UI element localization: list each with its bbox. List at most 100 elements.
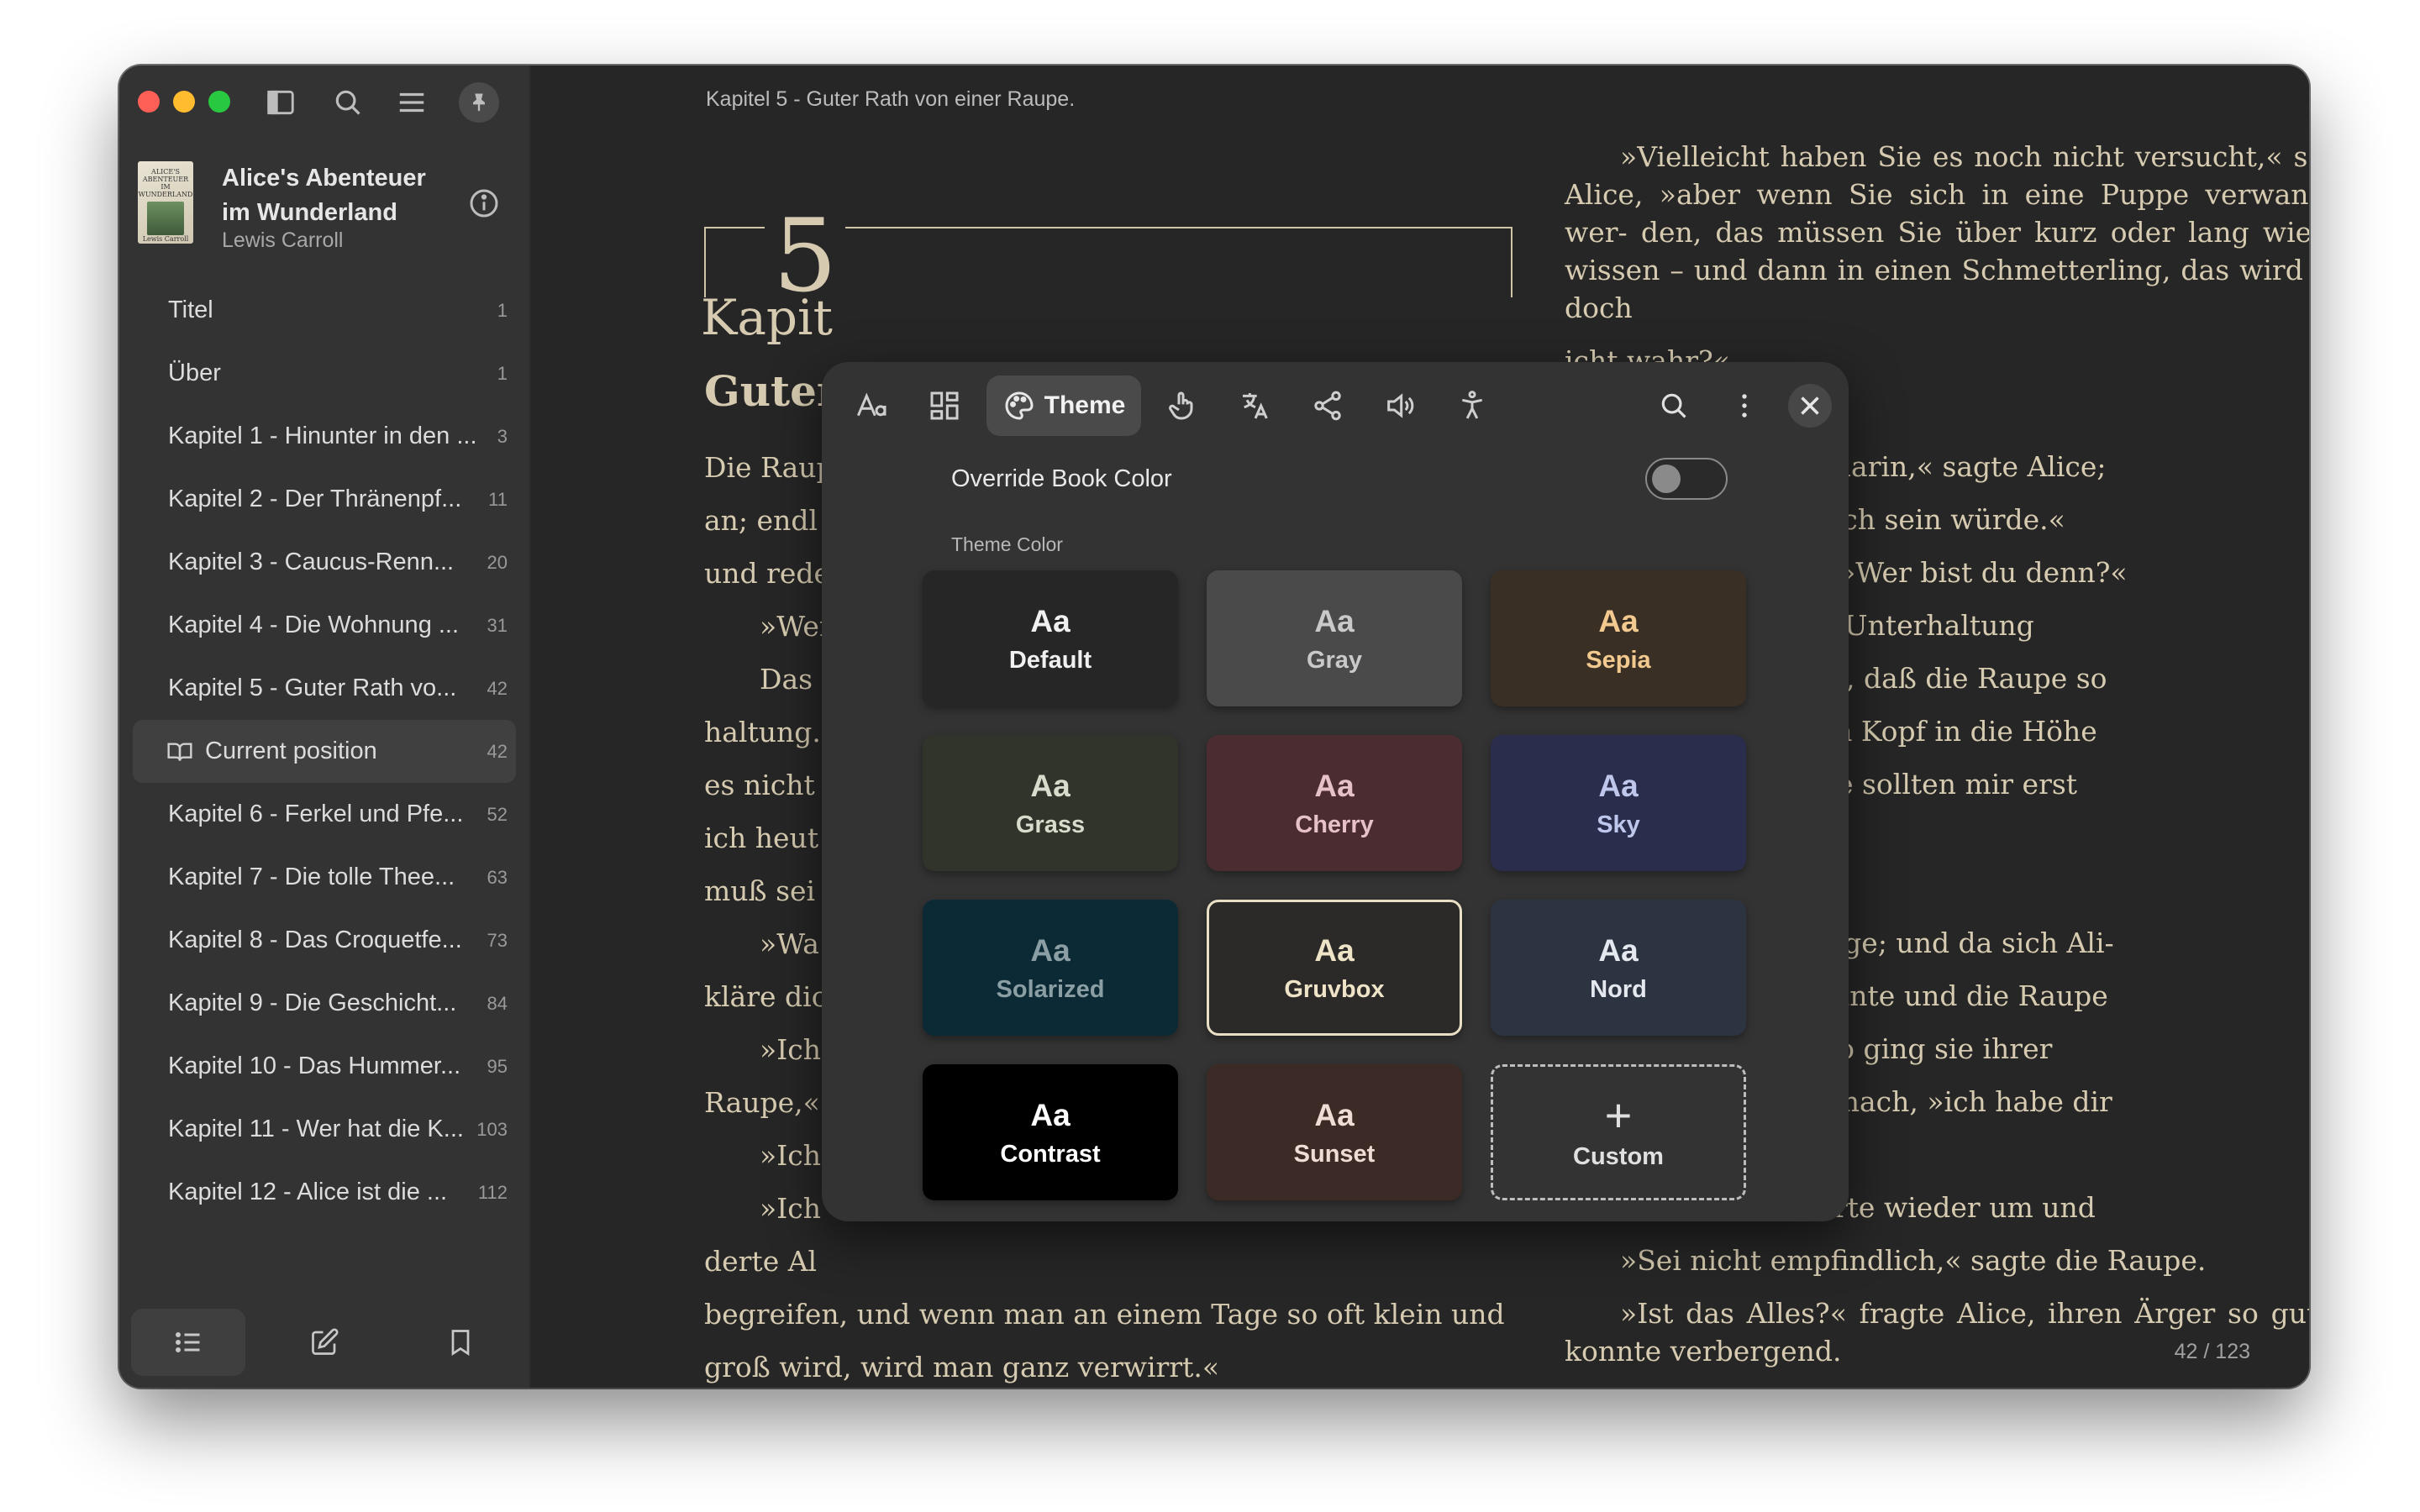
toc-item-2[interactable]: Kapitel 1 - Hinunter in den ... 3 [133, 405, 516, 468]
theme-name: Sky [1597, 811, 1640, 838]
maximize-window-button[interactable] [208, 91, 230, 113]
info-icon[interactable] [467, 186, 501, 220]
toc-item-11[interactable]: Kapitel 9 - Die Geschicht... 84 [133, 972, 516, 1035]
toc-item-0[interactable]: Titel 1 [133, 279, 516, 342]
toc-item-text: Kapitel 9 - Die Geschicht... [168, 990, 457, 1016]
more-options-button[interactable] [1718, 379, 1771, 433]
toc-item-1[interactable]: Über 1 [133, 342, 516, 405]
book-cover: ALICE'S ABENTEUER IM WUNDERLAND Lewis Ca… [138, 161, 193, 244]
toc-item-text: Titel [168, 297, 213, 323]
close-popover-button[interactable] [1788, 384, 1832, 428]
theme-swatch-sepia[interactable]: Aa Sepia [1491, 570, 1746, 706]
menu-button[interactable] [393, 84, 430, 121]
toc-item-text: Kapitel 5 - Guter Rath vo... [168, 675, 457, 701]
tab-theme-label: Theme [1044, 391, 1126, 419]
theme-name: Gruvbox [1284, 975, 1385, 1003]
close-window-button[interactable] [138, 91, 160, 113]
tab-share[interactable] [1297, 375, 1358, 436]
override-book-color-label: Override Book Color [951, 465, 1172, 492]
toc-item-10[interactable]: Kapitel 8 - Das Croquetfe... 73 [133, 909, 516, 972]
toc-item-text: Kapitel 3 - Caucus-Renn... [168, 549, 455, 575]
toc-item-label: Kapitel 4 - Die Wohnung ... [168, 612, 459, 639]
search-button[interactable] [329, 84, 366, 121]
paragraph: begreifen, und wenn man an einem Tage so… [704, 1298, 1505, 1331]
theme-sample: Aa [1030, 603, 1071, 638]
theme-swatch-cherry[interactable]: Aa Cherry [1207, 735, 1462, 871]
toc-item-7[interactable]: Current position 42 [133, 720, 516, 783]
tab-theme[interactable]: Theme [986, 375, 1141, 436]
menu-icon [399, 92, 424, 113]
theme-swatch-custom[interactable]: + Custom [1491, 1064, 1746, 1200]
override-book-color-row: Override Book Color [951, 451, 1728, 507]
theme-sample: Aa [1314, 932, 1355, 968]
tab-gestures[interactable] [1153, 375, 1213, 436]
popover-search-button[interactable] [1647, 379, 1701, 433]
toc-item-page: 42 [487, 740, 508, 762]
book-author: Lewis Carroll [222, 228, 344, 252]
tab-audio[interactable] [1370, 375, 1430, 436]
theme-name: Gray [1306, 646, 1363, 674]
theme-color-grid: Aa Default Aa Gray Aa Sepia Aa Grass Aa Cherry Aa S… [923, 570, 1746, 1200]
plus-icon: + [1604, 1088, 1633, 1142]
tab-accessibility[interactable] [1442, 375, 1502, 436]
chapter-subtitle: Guter [704, 366, 839, 416]
toc-item-label: Über [168, 360, 221, 387]
book-header[interactable]: ALICE'S ABENTEUER IM WUNDERLAND Lewis Ca… [138, 161, 508, 254]
toc-item-14[interactable]: Kapitel 12 - Alice ist die ... 112 [133, 1161, 516, 1224]
bookmarks-tab-button[interactable] [403, 1309, 518, 1376]
theme-name: Custom [1573, 1142, 1664, 1170]
toggle-knob [1652, 465, 1681, 493]
theme-swatch-default[interactable]: Aa Default [923, 570, 1178, 706]
pin-icon [473, 93, 485, 112]
app-window: ALICE'S ABENTEUER IM WUNDERLAND Lewis Ca… [119, 66, 2309, 1388]
theme-sample: Aa [1030, 1097, 1071, 1132]
theme-name: Sepia [1586, 646, 1651, 674]
sidebar-bottom-bar [119, 1295, 529, 1388]
tab-layout[interactable] [914, 375, 975, 436]
accessibility-icon [1462, 391, 1482, 419]
theme-name: Cherry [1295, 811, 1374, 838]
minimize-window-button[interactable] [173, 91, 195, 113]
toc-item-9[interactable]: Kapitel 7 - Die tolle Thee... 63 [133, 846, 516, 909]
theme-sample: Aa [1314, 603, 1355, 638]
tab-language[interactable] [1225, 375, 1286, 436]
toc-item-4[interactable]: Kapitel 3 - Caucus-Renn... 20 [133, 531, 516, 594]
toc-item-text: Kapitel 1 - Hinunter in den ... [168, 423, 477, 449]
toc-item-6[interactable]: Kapitel 5 - Guter Rath vo... 42 [133, 657, 516, 720]
pin-button[interactable] [459, 82, 499, 123]
theme-swatch-sky[interactable]: Aa Sky [1491, 735, 1746, 871]
sidebar: ALICE'S ABENTEUER IM WUNDERLAND Lewis Ca… [119, 66, 531, 1388]
theme-swatch-sunset[interactable]: Aa Sunset [1207, 1064, 1462, 1200]
theme-swatch-gray[interactable]: Aa Gray [1207, 570, 1462, 706]
theme-name: Nord [1590, 975, 1647, 1003]
tab-font[interactable] [842, 375, 902, 436]
open-book-icon [167, 742, 192, 761]
theme-swatch-contrast[interactable]: Aa Contrast [923, 1064, 1178, 1200]
theme-swatch-gruvbox[interactable]: Aa Gruvbox [1207, 900, 1462, 1036]
toc-item-text: Kapitel 7 - Die tolle Thee... [168, 864, 455, 890]
book-title: Alice's Abenteuer im Wunderland [222, 165, 426, 226]
theme-swatch-grass[interactable]: Aa Grass [923, 735, 1178, 871]
theme-swatch-solarized[interactable]: Aa Solarized [923, 900, 1178, 1036]
sidebar-toggle-button[interactable] [262, 84, 299, 121]
override-book-color-toggle[interactable] [1645, 458, 1728, 500]
toc-item-12[interactable]: Kapitel 10 - Das Hummer... 95 [133, 1035, 516, 1098]
more-icon [1742, 394, 1747, 417]
settings-tabs: Theme [842, 374, 1502, 438]
cover-illustration [147, 202, 184, 235]
annotations-tab-button[interactable] [267, 1309, 381, 1376]
theme-sample: Aa [1030, 932, 1071, 968]
theme-sample: Aa [1030, 768, 1071, 803]
toc-item-13[interactable]: Kapitel 11 - Wer hat die K... 103 [133, 1098, 516, 1161]
toc-item-3[interactable]: Kapitel 2 - Der Thränenpf... 11 [133, 468, 516, 531]
toc-item-5[interactable]: Kapitel 4 - Die Wohnung ... 31 [133, 594, 516, 657]
toc-item-label: Titel [168, 297, 213, 324]
toc-item-8[interactable]: Kapitel 6 - Ferkel und Pfe... 52 [133, 783, 516, 846]
theme-swatch-nord[interactable]: Aa Nord [1491, 900, 1746, 1036]
theme-name: Contrast [1000, 1140, 1101, 1168]
paragraph: derte Al [704, 1245, 818, 1278]
toc-item-label: Kapitel 5 - Guter Rath vo... [168, 675, 456, 702]
toc-tab-button[interactable] [131, 1309, 245, 1376]
share-icon [1314, 391, 1341, 421]
toc-item-label: Kapitel 10 - Das Hummer... [168, 1053, 460, 1080]
